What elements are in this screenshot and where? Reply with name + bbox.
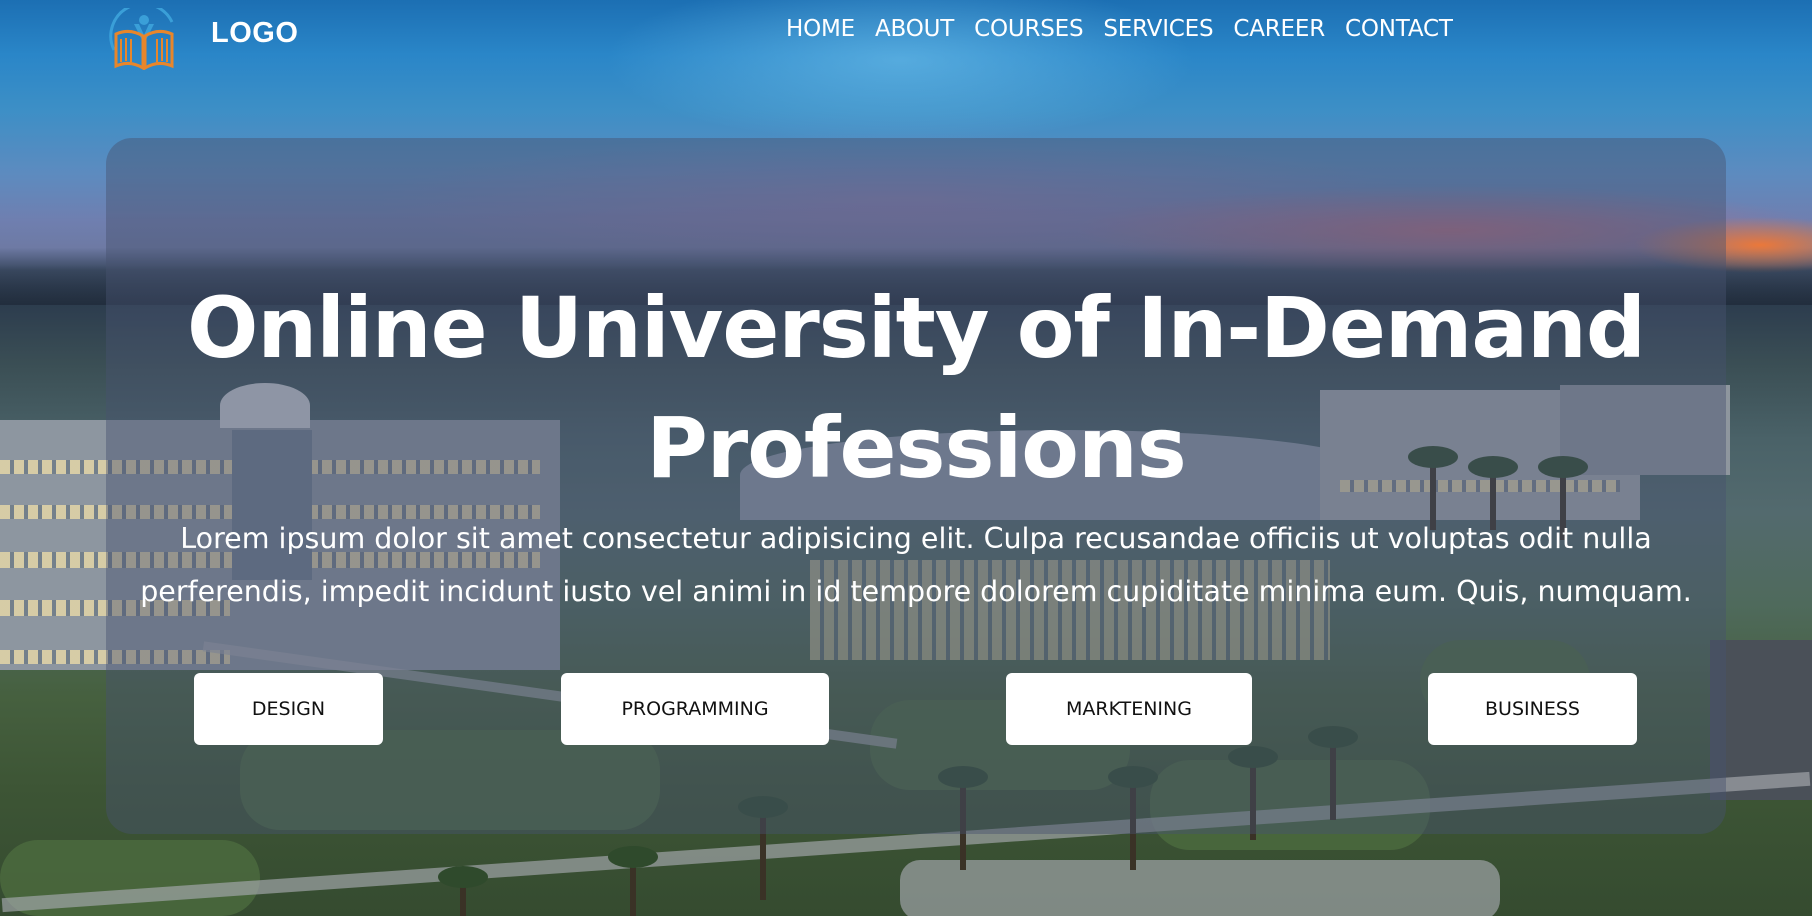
nav-link-courses[interactable]: COURSES	[964, 16, 1093, 42]
logo-text[interactable]: LOGO	[211, 17, 298, 50]
marketing-button[interactable]: MARKTENING	[1006, 673, 1252, 745]
programming-button[interactable]: PROGRAMMING	[561, 673, 829, 745]
logo-icon[interactable]	[106, 2, 182, 71]
hero-description: Lorem ipsum dolor sit amet consectetur a…	[106, 512, 1726, 618]
nav-link-home[interactable]: HOME	[786, 16, 865, 42]
hero-title-line-2: Professions	[646, 399, 1187, 497]
hero-description-line-2: perferendis, impedit incidunt iusto vel …	[140, 575, 1692, 608]
hero-section: LOGO HOME ABOUT COURSES SERVICES CAREER …	[0, 0, 1812, 916]
hero-title-line-1: Online University of In-Demand	[187, 279, 1646, 377]
hero-description-line-1: Lorem ipsum dolor sit amet consectetur a…	[180, 522, 1652, 555]
main-nav: HOME ABOUT COURSES SERVICES CAREER CONTA…	[786, 16, 1463, 42]
nav-link-about[interactable]: ABOUT	[865, 16, 964, 42]
hero-title: Online University of In-Demand Professio…	[106, 268, 1726, 508]
top-navbar: LOGO HOME ABOUT COURSES SERVICES CAREER …	[0, 0, 1812, 71]
nav-link-career[interactable]: CAREER	[1223, 16, 1335, 42]
design-button[interactable]: DESIGN	[194, 673, 383, 745]
nav-link-contact[interactable]: CONTACT	[1335, 16, 1463, 42]
business-button[interactable]: BUSINESS	[1428, 673, 1637, 745]
nav-link-services[interactable]: SERVICES	[1093, 16, 1223, 42]
